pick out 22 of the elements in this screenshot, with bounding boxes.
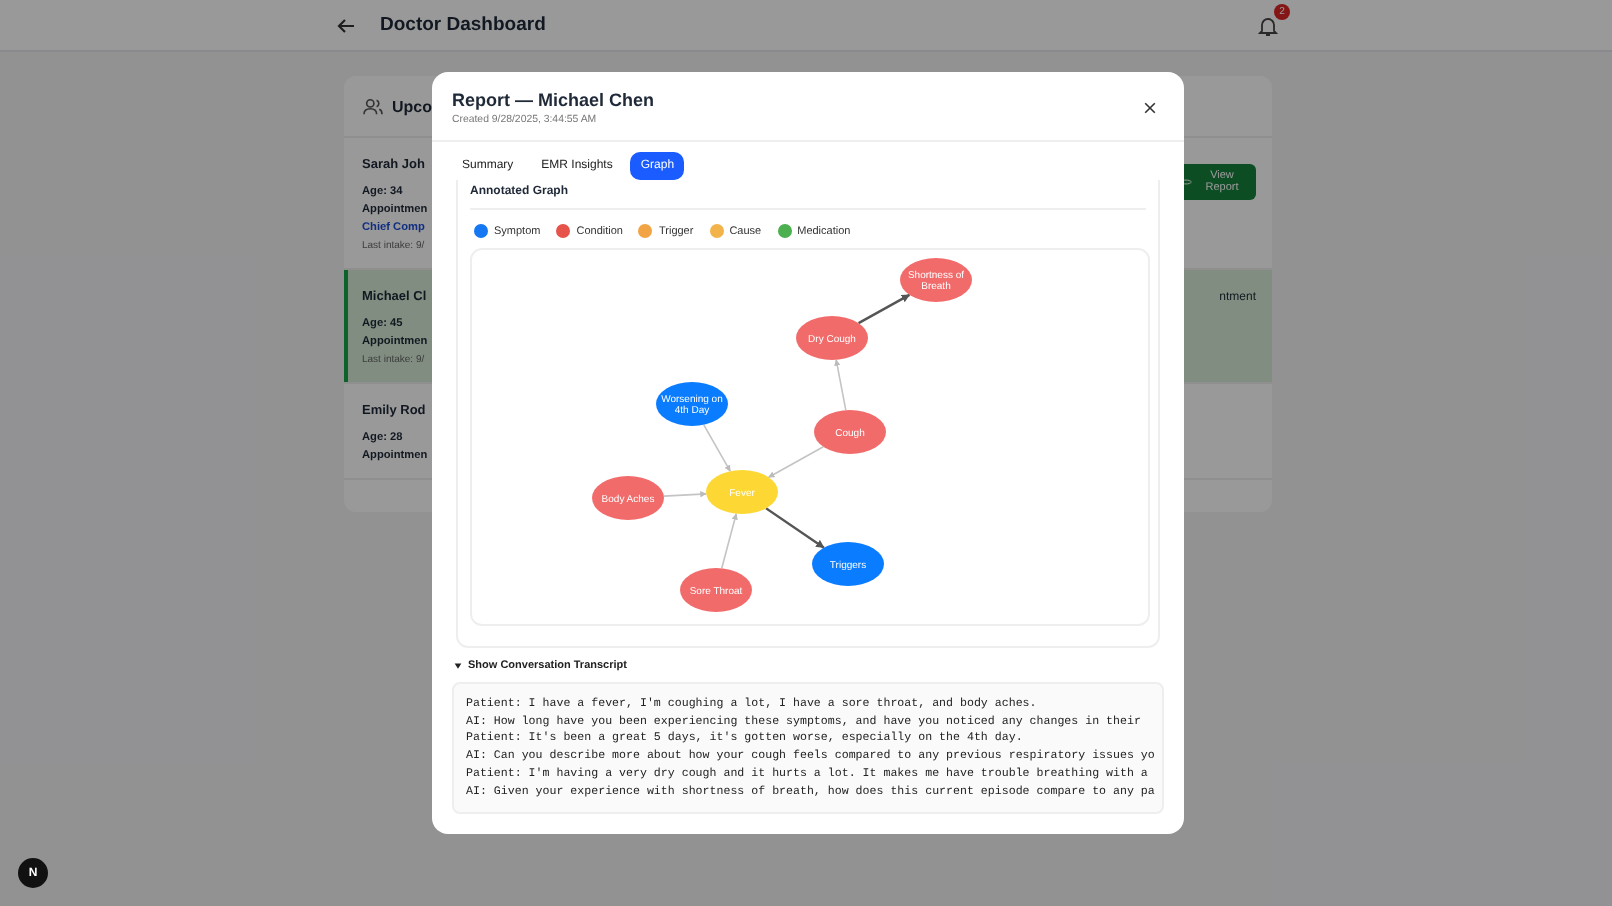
graph-node[interactable] bbox=[592, 476, 664, 520]
close-icon[interactable] bbox=[1142, 100, 1158, 116]
graph-node[interactable] bbox=[814, 410, 886, 454]
graph-node[interactable] bbox=[706, 470, 778, 514]
users-icon bbox=[362, 97, 384, 115]
back-arrow-icon[interactable] bbox=[336, 15, 356, 35]
edge-arrow bbox=[834, 359, 847, 411]
edge-arrow bbox=[767, 446, 825, 478]
graph-node[interactable] bbox=[812, 542, 884, 586]
dialog-title: Report — Michael Chen bbox=[452, 90, 655, 110]
graph-node[interactable] bbox=[656, 382, 728, 426]
graph-node[interactable] bbox=[680, 568, 752, 612]
graph-node[interactable] bbox=[900, 258, 972, 302]
edge-arrow bbox=[765, 507, 825, 549]
bell-icon[interactable] bbox=[1256, 13, 1280, 37]
graph-node[interactable] bbox=[796, 316, 868, 360]
edge-arrow bbox=[720, 512, 738, 570]
edge-arrow bbox=[703, 423, 731, 473]
edge-arrow bbox=[858, 293, 910, 325]
page-title: Doctor Dashboard bbox=[380, 14, 546, 36]
edge-arrow bbox=[663, 491, 707, 498]
card-title: Upco bbox=[392, 97, 432, 115]
